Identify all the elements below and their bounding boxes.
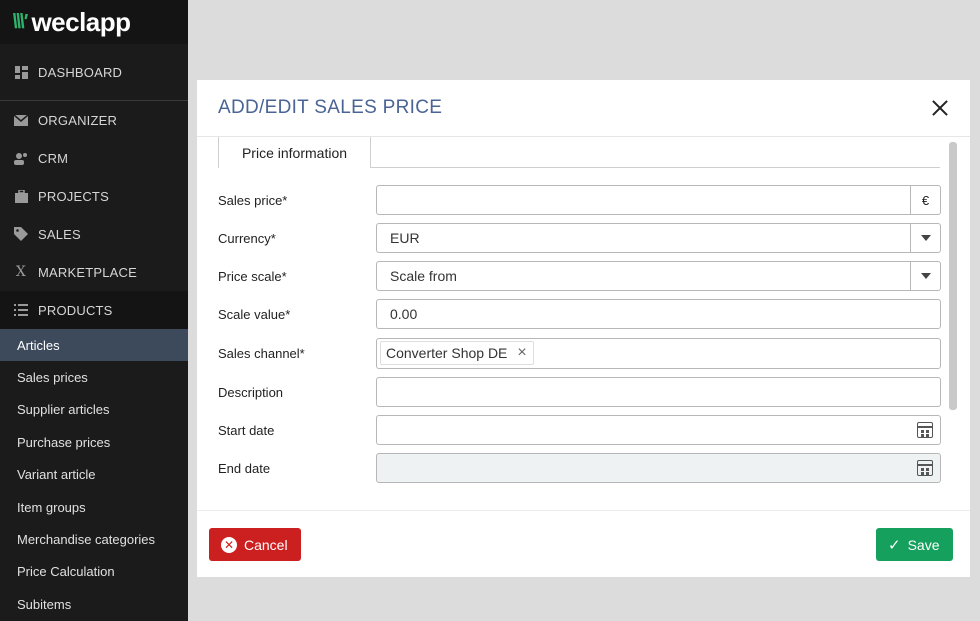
sidebar-item-item-groups[interactable]: Item groups xyxy=(0,491,188,523)
start-date-input[interactable] xyxy=(376,415,941,445)
scale-value-row: Scale value* 0.00 xyxy=(218,299,941,329)
nav-item-label: SALES xyxy=(38,226,81,242)
tab-price-information[interactable]: Price information xyxy=(218,137,371,169)
start-date-label: Start date xyxy=(218,422,275,438)
sales-price-row: Sales price* € xyxy=(218,185,941,215)
nav-item-products[interactable]: PRODUCTS xyxy=(0,291,188,329)
end-date-label: End date xyxy=(218,460,271,476)
cancel-label: Cancel xyxy=(244,536,288,553)
sales-price-dialog: ADD/EDIT SALES PRICE Price information S… xyxy=(197,80,970,577)
list-icon xyxy=(14,303,28,317)
currency-value: EUR xyxy=(390,230,420,246)
sidebar: \\\' weclapp DASHBOARD ORGANIZER CRM PRO… xyxy=(0,0,188,621)
nav-item-label: MARKETPLACE xyxy=(38,264,138,280)
nav-item-projects[interactable]: PROJECTS xyxy=(0,177,188,215)
calendar-icon[interactable] xyxy=(917,422,933,438)
end-date-row: End date xyxy=(218,453,941,483)
nav-item-organizer[interactable]: ORGANIZER xyxy=(0,101,188,139)
dialog-footer: ✕ Cancel ✓ Save xyxy=(197,510,970,577)
cancel-button[interactable]: ✕ Cancel xyxy=(209,528,301,561)
sidebar-item-purchase-prices[interactable]: Purchase prices xyxy=(0,426,188,458)
cancel-circle-icon: ✕ xyxy=(221,536,237,553)
nav-item-crm[interactable]: CRM xyxy=(0,139,188,177)
logo-mark-icon: \\\' xyxy=(12,10,28,33)
chevron-down-icon[interactable] xyxy=(910,224,940,252)
nav-item-label: CRM xyxy=(38,150,69,166)
dialog-scrollbar[interactable] xyxy=(949,142,957,410)
currency-label: Currency* xyxy=(218,230,276,246)
nav-item-label: PRODUCTS xyxy=(38,302,113,318)
nav-item-dashboard[interactable]: DASHBOARD xyxy=(0,44,188,101)
nav-item-label: DASHBOARD xyxy=(38,64,123,80)
nav-item-sales[interactable]: SALES xyxy=(0,215,188,253)
currency-row: Currency* EUR xyxy=(218,223,941,253)
sidebar-item-variant-article[interactable]: Variant article xyxy=(0,459,188,491)
briefcase-icon xyxy=(14,189,28,203)
euro-addon: € xyxy=(910,186,940,214)
nav-item-label: PROJECTS xyxy=(38,188,109,204)
sidebar-item-sales-prices[interactable]: Sales prices xyxy=(0,361,188,393)
sales-channel-input[interactable]: Converter Shop DE × xyxy=(376,337,941,369)
logo-text: weclapp xyxy=(31,6,131,37)
chevron-down-icon[interactable] xyxy=(910,262,940,290)
sales-channel-row: Sales channel* Converter Shop DE × xyxy=(218,337,941,369)
tag-icon xyxy=(14,227,28,241)
save-label: Save xyxy=(907,536,940,553)
sales-price-input[interactable]: € xyxy=(376,185,941,215)
price-scale-value: Scale from xyxy=(390,268,457,284)
scale-value-label: Scale value* xyxy=(218,306,291,322)
description-input[interactable] xyxy=(376,377,941,407)
users-icon xyxy=(14,151,28,165)
save-button[interactable]: ✓ Save xyxy=(876,528,953,561)
dashboard-icon xyxy=(14,65,28,79)
sales-channel-label: Sales channel* xyxy=(218,345,305,361)
mail-icon xyxy=(14,113,28,127)
scale-value-input[interactable]: 0.00 xyxy=(376,299,941,329)
close-icon[interactable] xyxy=(928,96,952,120)
sidebar-item-articles[interactable]: Articles xyxy=(0,329,188,362)
sidebar-item-subitems[interactable]: Subitems xyxy=(0,588,188,620)
remove-chip-icon[interactable]: × xyxy=(517,344,526,362)
dialog-title: ADD/EDIT SALES PRICE xyxy=(218,97,443,118)
description-label: Description xyxy=(218,384,284,400)
price-scale-row: Price scale* Scale from xyxy=(218,261,941,291)
tab-bar: Price information xyxy=(218,137,940,169)
sales-channel-chip: Converter Shop DE × xyxy=(380,341,534,365)
sidebar-item-price-calculation[interactable]: Price Calculation xyxy=(0,556,188,588)
price-scale-select[interactable]: Scale from xyxy=(376,261,941,291)
check-icon: ✓ xyxy=(888,536,901,554)
currency-select[interactable]: EUR xyxy=(376,223,941,253)
price-scale-label: Price scale* xyxy=(218,268,287,284)
scale-value-value: 0.00 xyxy=(390,306,418,322)
sales-price-label: Sales price* xyxy=(218,192,288,208)
description-row: Description xyxy=(218,377,941,407)
chip-label: Converter Shop DE xyxy=(386,345,508,361)
marketplace-icon: X xyxy=(15,264,27,280)
nav-item-marketplace[interactable]: X MARKETPLACE xyxy=(0,253,188,291)
dialog-header: ADD/EDIT SALES PRICE xyxy=(197,80,970,137)
logo[interactable]: \\\' weclapp xyxy=(0,0,188,44)
nav-item-label: ORGANIZER xyxy=(38,112,118,128)
calendar-icon[interactable] xyxy=(917,460,933,476)
sidebar-item-supplier-articles[interactable]: Supplier articles xyxy=(0,394,188,426)
sidebar-item-merchandise-categories[interactable]: Merchandise categories xyxy=(0,523,188,555)
end-date-input[interactable] xyxy=(376,453,941,483)
start-date-row: Start date xyxy=(218,415,941,445)
